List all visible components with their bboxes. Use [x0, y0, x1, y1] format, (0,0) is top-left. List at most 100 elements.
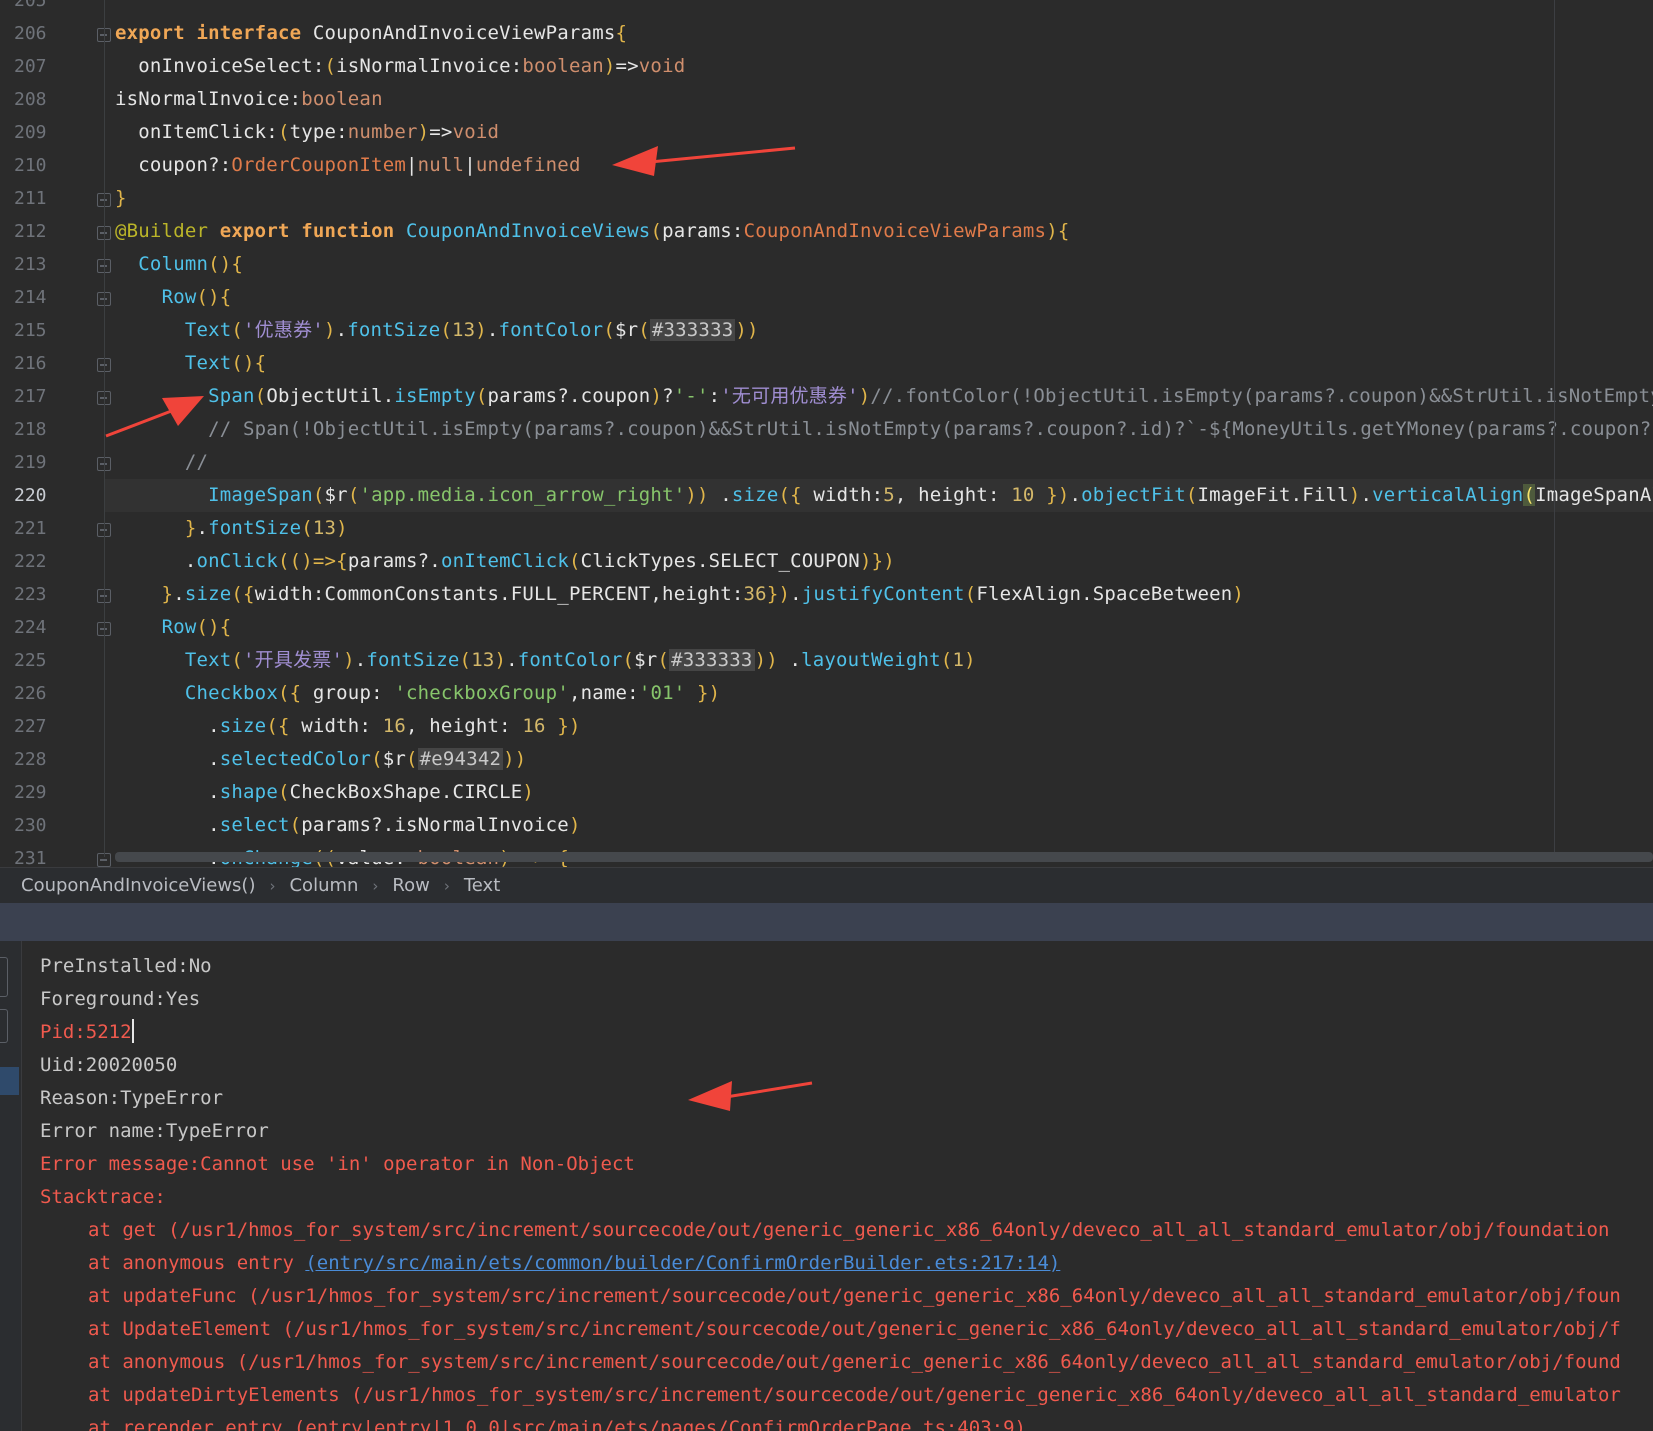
line-number[interactable]: 226	[0, 677, 100, 710]
code-line[interactable]: Text(){	[115, 347, 266, 380]
code-token: (	[638, 319, 650, 341]
code-token: (	[440, 319, 452, 341]
code-token: #e94342	[417, 748, 504, 770]
line-number[interactable]: 217	[0, 380, 111, 413]
line-number[interactable]: 207	[0, 50, 100, 83]
code-token: size	[184, 583, 232, 605]
line-number-label: 228	[14, 749, 47, 770]
code-line[interactable]: ImageSpan($r('app.media.icon_arrow_right…	[105, 479, 1653, 512]
code-line[interactable]: Checkbox({ group: 'checkboxGroup',name:'…	[115, 677, 720, 710]
log-text: PreInstalled:No	[40, 955, 212, 977]
horizontal-scrollbar[interactable]	[115, 852, 1653, 862]
line-number[interactable]: 222	[0, 545, 100, 578]
code-token: fontColor	[498, 319, 604, 341]
line-number[interactable]: 216	[0, 347, 111, 380]
code-line[interactable]: // Span(!ObjectUtil.isEmpty(params?.coup…	[115, 413, 1653, 446]
breadcrumb-item[interactable]: CouponAndInvoiceViews()	[21, 875, 255, 896]
line-number-label: 214	[14, 287, 47, 308]
line-number[interactable]: 213	[0, 248, 111, 281]
code-token: '01'	[638, 682, 686, 704]
code-token: (	[301, 517, 313, 539]
console-active-tab[interactable]	[0, 1067, 19, 1095]
code-line[interactable]: isNormalInvoice:boolean	[115, 83, 383, 116]
source-link[interactable]: (entry/src/main/ets/common/builder/Confi…	[305, 1252, 1060, 1274]
code-token: (	[650, 220, 663, 242]
code-token: export	[219, 220, 302, 242]
line-number[interactable]: 209	[0, 116, 100, 149]
code-token: ))	[754, 649, 790, 671]
line-number-gutter: 205 206 207 208 209 210 211 212 213 214 215 216 217 2…	[0, 0, 111, 867]
code-token: // Span(!ObjectUtil.isEmpty(params?.coup…	[115, 418, 1653, 440]
code-line[interactable]: .selectedColor($r(#e94342))	[115, 743, 526, 776]
console-tool-button[interactable]	[0, 957, 8, 997]
code-token: number	[347, 121, 418, 143]
code-line[interactable]: Column(){	[115, 248, 243, 281]
code-line[interactable]: @Builder export function CouponAndInvoic…	[115, 215, 1069, 248]
line-number[interactable]: 210	[0, 149, 100, 182]
code-line[interactable]: Text('开具发票').fontSize(13).fontColor($r(#…	[115, 644, 976, 677]
code-line[interactable]: Span(ObjectUtil.isEmpty(params?.coupon)?…	[115, 380, 1653, 413]
code-token: .	[789, 649, 802, 671]
code-token: void	[638, 55, 686, 77]
log-line: Reason:TypeError	[40, 1082, 223, 1115]
code-line[interactable]: }.size({width:CommonConstants.FULL_PERCE…	[115, 578, 1244, 611]
chevron-right-icon: ›	[269, 876, 276, 895]
code-area[interactable]: export interface CouponAndInvoiceViewPar…	[105, 0, 1653, 867]
code-line[interactable]: }.fontSize(13)	[115, 512, 348, 545]
line-number[interactable]: 225	[0, 644, 100, 677]
code-token: .	[1069, 484, 1082, 506]
code-line[interactable]: .size({ width: 16, height: 16 })	[115, 710, 581, 743]
code-line[interactable]: coupon?:OrderCouponItem|null|undefined	[115, 149, 581, 182]
line-number[interactable]: 214	[0, 281, 111, 314]
line-number[interactable]: 224	[0, 611, 111, 644]
line-number-label: 219	[14, 452, 47, 473]
code-token: shape	[219, 781, 278, 803]
line-number[interactable]: 206	[0, 17, 111, 50]
log-text: Uid:20020050	[40, 1054, 178, 1076]
code-line[interactable]: .select(params?.isNormalInvoice)	[115, 809, 581, 842]
line-number[interactable]: 230	[0, 809, 100, 842]
code-token: ({	[266, 715, 302, 737]
code-line[interactable]: Text('优惠券').fontSize(13).fontColor($r(#3…	[115, 314, 759, 347]
code-line[interactable]: onItemClick:(type:number)=>void	[115, 116, 499, 149]
code-line[interactable]: export interface CouponAndInvoiceViewPar…	[115, 17, 627, 50]
line-number[interactable]: 219	[0, 446, 111, 479]
code-line[interactable]: .shape(CheckBoxShape.CIRCLE)	[115, 776, 534, 809]
breadcrumb-item[interactable]: Row	[392, 875, 429, 896]
console-tool-button[interactable]	[0, 1009, 8, 1043]
code-line[interactable]: Row(){	[115, 611, 232, 644]
breadcrumb-item[interactable]: Text	[464, 875, 500, 896]
line-number[interactable]: 211	[0, 182, 111, 215]
code-line[interactable]: //	[115, 446, 208, 479]
line-number[interactable]: 223	[0, 578, 111, 611]
line-number[interactable]: 221	[0, 512, 111, 545]
code-token: , height:	[894, 484, 1012, 506]
code-token: )})	[859, 550, 895, 572]
code-editor[interactable]: 205 206 207 208 209 210 211 212 213 214 215 216 217 2…	[0, 0, 1653, 867]
line-number[interactable]: 229	[0, 776, 100, 809]
line-number[interactable]: 208	[0, 83, 100, 116]
line-number[interactable]: 218	[0, 413, 100, 446]
code-token: onInvoiceSelect:	[115, 55, 325, 77]
line-number[interactable]: 212	[0, 215, 111, 248]
code-token: interface	[196, 22, 313, 44]
breadcrumb-item[interactable]: Column	[289, 875, 358, 896]
line-number[interactable]: 220	[0, 479, 100, 512]
code-token: ImageFit.Fill	[1197, 484, 1349, 506]
line-number-label: 227	[14, 716, 47, 737]
log-text: Foreground:Yes	[40, 988, 201, 1010]
line-number[interactable]: 215	[0, 314, 100, 347]
code-line[interactable]: onInvoiceSelect:(isNormalInvoice:boolean…	[115, 50, 685, 83]
annotation-arrow-icon	[612, 146, 796, 176]
code-line[interactable]: }	[115, 182, 127, 215]
code-token: null	[417, 154, 465, 176]
code-line[interactable]: Row(){	[115, 281, 232, 314]
line-number-label: 223	[14, 584, 47, 605]
line-number[interactable]: 228	[0, 743, 100, 776]
chevron-right-icon: ›	[443, 876, 450, 895]
line-number[interactable]: 227	[0, 710, 100, 743]
code-line[interactable]: .onClick(()=>{params?.onItemClick(ClickT…	[115, 545, 895, 578]
line-number[interactable]: 231	[0, 842, 111, 867]
log-console[interactable]: VersionCode:1000000 PreInstalled:No Foregr…	[0, 941, 1653, 1431]
